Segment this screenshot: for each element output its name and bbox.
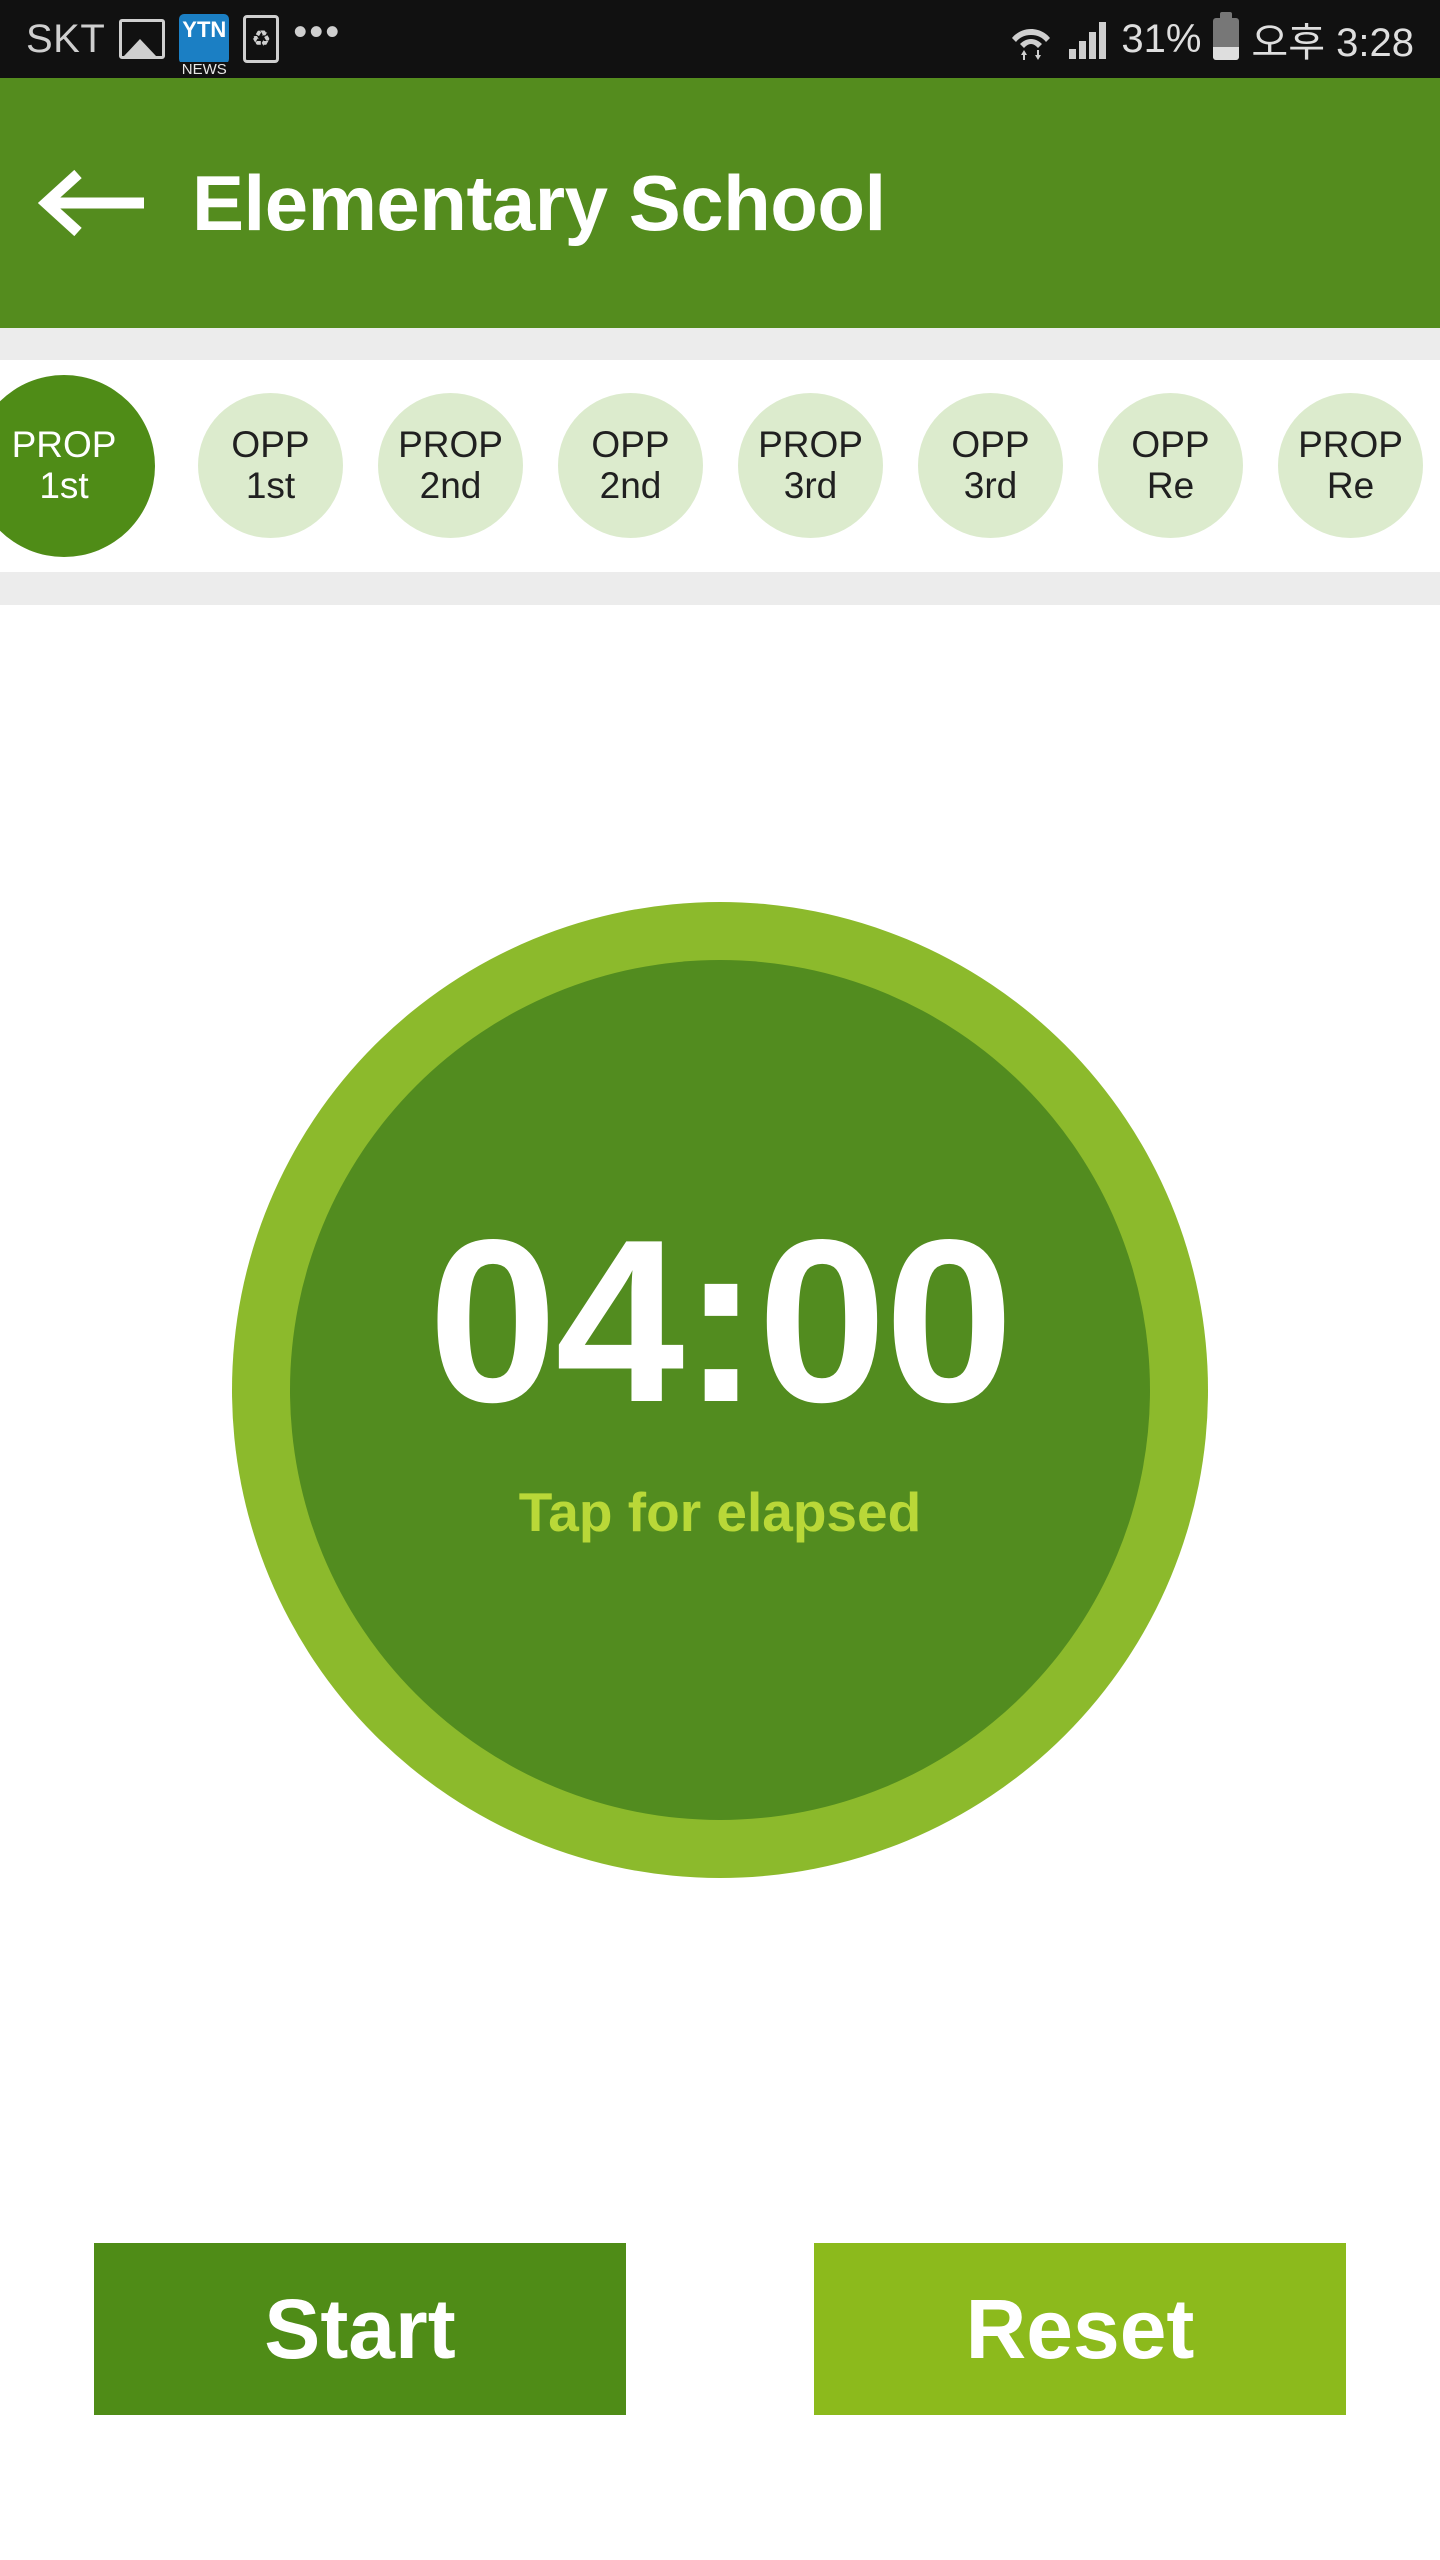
sidebar-item-opp-2nd[interactable]: OPP 2nd: [558, 393, 703, 538]
chip-line2: 1st: [245, 464, 296, 506]
chip-line2: Re: [1146, 464, 1195, 506]
reset-button[interactable]: Reset: [814, 2243, 1346, 2415]
chip-line2: Re: [1326, 464, 1375, 506]
sidebar-item-opp-1st[interactable]: OPP 1st: [198, 393, 343, 538]
strip-divider-bottom: [0, 572, 1440, 605]
sidebar-item-prop-2nd[interactable]: PROP 2nd: [378, 393, 523, 538]
status-bar-left: SKT YTN NEWS ♻ •••: [26, 10, 342, 78]
sidebar-item-opp-re[interactable]: OPP Re: [1098, 393, 1243, 538]
chip-line1: PROP: [758, 423, 863, 465]
status-bar: SKT YTN NEWS ♻ ••• 31% 오후 3:28: [0, 0, 1440, 78]
timer-value: 04:00: [428, 1192, 1013, 1451]
battery-icon: [1213, 12, 1240, 60]
chip-line2: 1st: [39, 465, 89, 506]
start-button[interactable]: Start: [94, 2243, 626, 2415]
sidebar-item-prop-1st[interactable]: PROP 1st: [0, 375, 155, 557]
clock-label: 오후 3:28: [1251, 21, 1414, 65]
signal-bars-icon: [1069, 22, 1107, 59]
chip-line1: OPP: [1131, 423, 1210, 465]
recycle-icon: ♻: [243, 15, 280, 63]
timer-face[interactable]: 04:00 Tap for elapsed: [290, 960, 1150, 1820]
chip-line1: PROP: [398, 423, 503, 465]
status-bar-right: 31% 오후 3:28: [1009, 10, 1414, 68]
back-button[interactable]: [18, 128, 168, 278]
chip-line1: OPP: [231, 423, 310, 465]
timer-screen: 04:00 Tap for elapsed Start Reset: [0, 605, 1440, 2560]
ytn-news-label: NEWS: [179, 62, 230, 78]
more-dots-icon: •••: [293, 10, 342, 54]
page-title: Elementary School: [192, 158, 886, 247]
wifi-icon: [1012, 29, 1051, 60]
chip-line1: PROP: [11, 424, 117, 466]
strip-divider-top: [0, 328, 1440, 360]
photo-icon: [119, 19, 166, 59]
chip-line2: 2nd: [599, 464, 662, 506]
ytn-label: YTN: [182, 17, 227, 42]
app-bar: Elementary School: [0, 78, 1440, 328]
battery-percent-label: 31%: [1121, 16, 1202, 61]
chip-line2: 3rd: [783, 464, 838, 506]
chip-line1: PROP: [1298, 423, 1403, 465]
timer-dial[interactable]: 04:00 Tap for elapsed: [232, 902, 1208, 1878]
round-tab-strip[interactable]: PROP 1st OPP 1st PROP 2nd OPP 2nd PROP 3…: [0, 360, 1440, 572]
timer-hint-label: Tap for elapsed: [518, 1481, 922, 1543]
arrow-left-icon: [38, 169, 144, 237]
sidebar-item-opp-3rd[interactable]: OPP 3rd: [918, 393, 1063, 538]
chip-line1: OPP: [951, 423, 1030, 465]
chip-line2: 2nd: [419, 464, 482, 506]
carrier-label: SKT: [26, 16, 106, 61]
sidebar-item-prop-re[interactable]: PROP Re: [1278, 393, 1423, 538]
chip-line2: 3rd: [963, 464, 1018, 506]
sidebar-item-prop-3rd[interactable]: PROP 3rd: [738, 393, 883, 538]
ytn-news-icon: YTN NEWS: [179, 14, 230, 78]
chip-line1: OPP: [591, 423, 670, 465]
